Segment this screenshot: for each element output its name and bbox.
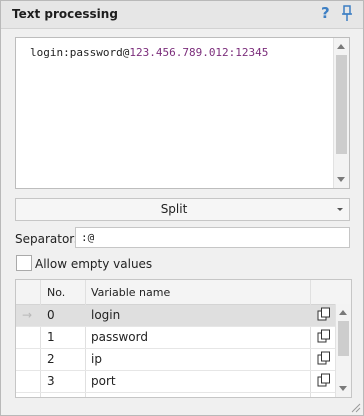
- copy-icon[interactable]: [317, 307, 331, 321]
- variable-name[interactable]: port: [91, 374, 116, 388]
- scrollbar-thumb[interactable]: [336, 55, 347, 154]
- split-button[interactable]: Split: [15, 198, 350, 221]
- row-number: 1: [47, 330, 55, 344]
- table-header: No. Variable name: [16, 280, 351, 305]
- copy-icon[interactable]: [317, 329, 331, 343]
- scroll-up-icon[interactable]: [337, 44, 345, 49]
- allow-empty-checkbox[interactable]: [16, 255, 32, 271]
- title-bar: Text processing ?: [1, 1, 363, 29]
- text-editor[interactable]: login:password@123.456.789.012:12345: [15, 37, 350, 189]
- row-number: 2: [47, 352, 55, 366]
- editor-scrollbar[interactable]: [333, 38, 349, 188]
- chevron-down-icon[interactable]: [337, 208, 343, 211]
- copy-icon[interactable]: [317, 351, 331, 365]
- scroll-up-icon[interactable]: [339, 310, 347, 315]
- allow-empty-label[interactable]: Allow empty values: [35, 257, 152, 271]
- pin-icon[interactable]: [341, 5, 353, 22]
- table-row[interactable]: 2 ip: [16, 349, 336, 371]
- resize-grip-icon[interactable]: [351, 403, 361, 413]
- column-header-no[interactable]: No.: [47, 286, 65, 299]
- separators-input[interactable]: :@: [75, 227, 350, 248]
- table-row[interactable]: → 0 login: [16, 305, 336, 327]
- variable-name[interactable]: login: [91, 308, 120, 322]
- help-icon[interactable]: ?: [321, 4, 330, 22]
- scroll-down-icon[interactable]: [337, 177, 345, 182]
- separators-label: Separators: [15, 232, 81, 246]
- column-header-variable-name[interactable]: Variable name: [91, 286, 170, 299]
- text-processing-panel: Text processing ? login:password@123.456…: [0, 0, 364, 416]
- split-button-label: Split: [160, 202, 188, 216]
- variables-table: No. Variable name → 0 login 1 password 2…: [15, 279, 352, 398]
- variable-name[interactable]: password: [91, 330, 148, 344]
- separators-value: :@: [81, 231, 95, 244]
- editor-text-credentials: login:password@: [30, 46, 130, 59]
- scrollbar-thumb[interactable]: [338, 321, 349, 356]
- row-number: 0: [47, 308, 55, 322]
- copy-icon[interactable]: [317, 373, 331, 387]
- window-title: Text processing: [12, 7, 118, 21]
- variable-name[interactable]: ip: [91, 352, 102, 366]
- table-row[interactable]: 1 password: [16, 327, 336, 349]
- row-indicator-arrow-icon: →: [22, 308, 33, 322]
- scroll-down-icon[interactable]: [339, 386, 347, 391]
- row-number: 3: [47, 374, 55, 388]
- editor-text-host: 123.456.789.012:12345: [129, 46, 269, 59]
- table-row[interactable]: 3 port: [16, 371, 336, 393]
- table-scrollbar[interactable]: [335, 304, 351, 397]
- editor-text[interactable]: login:password@123.456.789.012:12345: [30, 46, 268, 59]
